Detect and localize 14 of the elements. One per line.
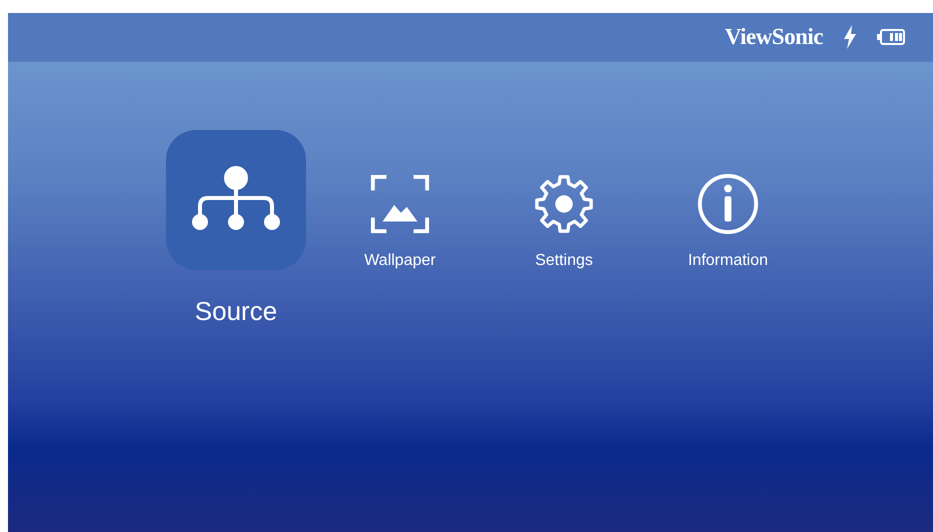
menu-tile[interactable] xyxy=(532,172,596,236)
menu-label: Settings xyxy=(535,251,593,271)
menu-label: Source xyxy=(194,295,278,328)
gear-icon xyxy=(533,173,595,235)
menu-tile[interactable] xyxy=(166,130,306,270)
brand-logo: ViewSonic xyxy=(724,22,823,51)
battery-icon xyxy=(877,29,905,45)
menu-label: Wallpaper xyxy=(364,251,436,271)
image-icon xyxy=(369,173,431,235)
menu-tile[interactable] xyxy=(368,172,432,236)
info-icon xyxy=(697,173,759,235)
lightning-icon xyxy=(843,25,857,49)
menu-tile[interactable] xyxy=(696,172,760,236)
menu-label: Information xyxy=(688,251,768,271)
